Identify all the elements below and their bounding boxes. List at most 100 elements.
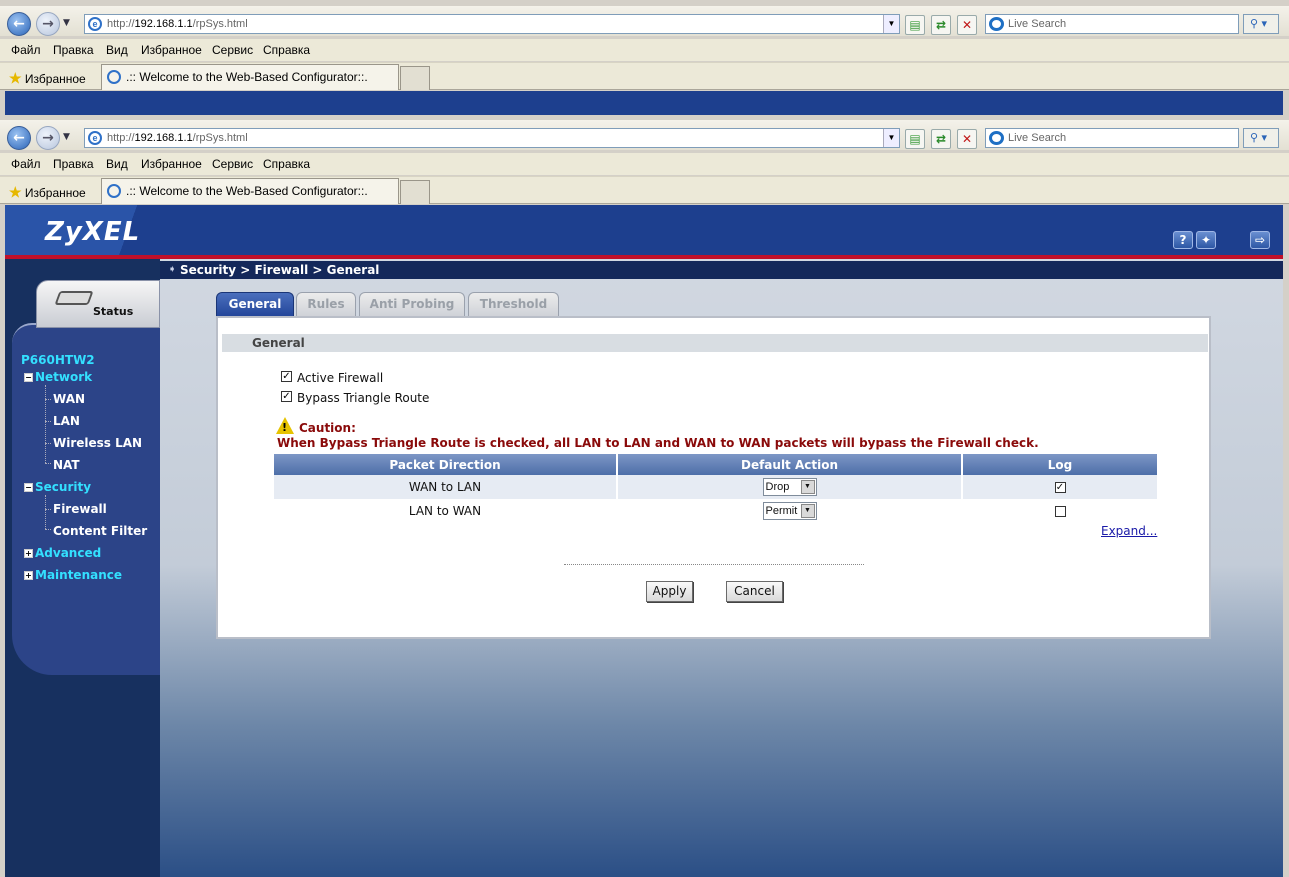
section-title: General [222, 334, 1208, 352]
chevron-down-icon: ▼ [800, 504, 815, 518]
menu-tools[interactable]: Сервис [212, 39, 253, 61]
logout-icon[interactable]: ⇨ [1250, 231, 1270, 249]
new-tab-button[interactable] [400, 180, 430, 204]
nav-maintenance[interactable]: + Maintenance [24, 568, 122, 582]
log-checkbox[interactable]: ✓ [1054, 482, 1066, 493]
tree-tick [45, 529, 51, 530]
tree-tick [45, 463, 51, 464]
tab-rules[interactable]: Rules [296, 292, 356, 316]
status-button[interactable]: Status [36, 280, 160, 328]
active-firewall-checkbox[interactable]: ✓ [281, 371, 292, 382]
zyxel-logo: ZyXEL [45, 217, 141, 247]
favorites-button[interactable]: ★ Избранное [9, 70, 86, 87]
table-row: LAN to WAN Permit ▼ [274, 499, 1157, 523]
new-tab-button[interactable] [400, 66, 430, 90]
tab-anti-probing[interactable]: Anti Probing [359, 292, 465, 316]
address-dropdown-icon[interactable]: ▼ [883, 129, 899, 147]
forward-button[interactable]: → [36, 126, 60, 150]
address-input[interactable]: e http://192.168.1.1/rpSys.html ▼ [84, 14, 900, 34]
back-button[interactable]: ← [7, 126, 31, 150]
menu-edit[interactable]: Правка [53, 39, 94, 61]
stop-icon[interactable]: ✕ [957, 129, 977, 149]
history-dropdown-icon[interactable]: ▼ [63, 18, 70, 28]
row-action-cell: Drop ▼ [617, 475, 963, 499]
search-input[interactable]: Live Search [985, 14, 1239, 34]
menu-view[interactable]: Вид [106, 153, 128, 175]
url-path: /rpSys.html [192, 132, 248, 144]
wizard-icon[interactable]: ✦ [1196, 231, 1216, 249]
address-bar-row-front: ← → ▼ e http://192.168.1.1/rpSys.html ▼ … [0, 120, 1289, 150]
browser-tab[interactable]: .:: Welcome to the Web-Based Configurato… [101, 178, 399, 204]
sidebar-item-wireless-lan[interactable]: Wireless LAN [53, 436, 142, 450]
warning-icon-mark: ! [282, 421, 288, 434]
device-name[interactable]: P660HTW2 [21, 353, 95, 367]
url-path: /rpSys.html [192, 18, 248, 30]
menu-help[interactable]: Справка [263, 153, 310, 175]
nav-network[interactable]: − Network [24, 370, 92, 384]
refresh-icon[interactable]: ⇄ [931, 129, 951, 149]
sidebar-item-wan[interactable]: WAN [53, 392, 85, 406]
nav-advanced-label: Advanced [35, 546, 102, 560]
tab-title: .:: Welcome to the Web-Based Configurato… [126, 70, 368, 84]
nav-maintenance-label: Maintenance [35, 568, 123, 582]
compat-view-icon[interactable]: ▤ [905, 15, 925, 35]
header-accent-line [5, 255, 1283, 259]
compat-view-icon[interactable]: ▤ [905, 129, 925, 149]
menu-tools[interactable]: Сервис [212, 153, 253, 175]
page-header: ZyXEL ? ✦ ⇨ [5, 205, 1283, 257]
breadcrumb-arrow-icon: ➧ [168, 264, 177, 275]
expand-icon[interactable]: + [24, 549, 33, 558]
caution-text: When Bypass Triangle Route is checked, a… [277, 436, 1039, 450]
search-placeholder: Live Search [1008, 132, 1067, 144]
help-icon[interactable]: ? [1173, 231, 1193, 249]
expand-link[interactable]: Expand... [1101, 524, 1157, 538]
menu-view[interactable]: Вид [106, 39, 128, 61]
refresh-icon[interactable]: ⇄ [931, 15, 951, 35]
ie-icon: e [88, 131, 102, 145]
bypass-triangle-checkbox[interactable]: ✓ [281, 391, 292, 402]
stop-icon[interactable]: ✕ [957, 15, 977, 35]
apply-button[interactable]: Apply [646, 581, 693, 602]
row-direction: LAN to WAN [274, 499, 618, 523]
live-search-icon [989, 17, 1004, 31]
menu-edit[interactable]: Правка [53, 153, 94, 175]
address-dropdown-icon[interactable]: ▼ [883, 15, 899, 33]
favorites-button[interactable]: ★ Избранное [9, 184, 86, 201]
back-button[interactable]: ← [7, 12, 31, 36]
tab-threshold[interactable]: Threshold [468, 292, 559, 316]
expand-icon[interactable]: + [24, 571, 33, 580]
default-action-select[interactable]: Permit ▼ [762, 502, 817, 520]
sidebar-item-nat[interactable]: NAT [53, 458, 80, 472]
log-checkbox[interactable] [1054, 506, 1066, 517]
history-dropdown-icon[interactable]: ▼ [63, 132, 70, 142]
collapse-icon[interactable]: − [24, 373, 33, 382]
tab-general[interactable]: General [216, 292, 294, 316]
search-button[interactable]: ⚲ ▾ [1243, 128, 1279, 148]
collapse-icon[interactable]: − [24, 483, 33, 492]
sidebar: Status P660HTW2 − Network WAN LAN Wireles… [5, 259, 160, 877]
nav-advanced[interactable]: + Advanced [24, 546, 101, 560]
forward-button[interactable]: → [36, 12, 60, 36]
search-input[interactable]: Live Search [985, 128, 1239, 148]
menu-favorites[interactable]: Избранное [141, 153, 202, 175]
menu-help[interactable]: Справка [263, 39, 310, 61]
row-log-cell [962, 499, 1157, 523]
menu-file[interactable]: Файл [11, 153, 41, 175]
col-log: Log [962, 454, 1157, 475]
cancel-button[interactable]: Cancel [726, 581, 783, 602]
tree-tick [45, 443, 51, 444]
sidebar-item-content-filter[interactable]: Content Filter [53, 524, 147, 538]
nav-security[interactable]: − Security [24, 480, 91, 494]
search-button[interactable]: ⚲ ▾ [1243, 14, 1279, 34]
address-input[interactable]: e http://192.168.1.1/rpSys.html ▼ [84, 128, 900, 148]
search-placeholder: Live Search [1008, 18, 1067, 30]
menu-file[interactable]: Файл [11, 39, 41, 61]
default-action-select[interactable]: Drop ▼ [762, 478, 817, 496]
menu-favorites[interactable]: Избранное [141, 39, 202, 61]
browser-tab[interactable]: .:: Welcome to the Web-Based Configurato… [101, 64, 399, 90]
sidebar-item-lan[interactable]: LAN [53, 414, 80, 428]
bypass-triangle-label: Bypass Triangle Route [297, 391, 430, 405]
breadcrumb-text: Security > Firewall > General [180, 263, 380, 277]
sidebar-item-firewall[interactable]: Firewall [53, 502, 107, 516]
menu-bar: Файл Правка Вид Избранное Сервис Справка [0, 39, 1289, 61]
